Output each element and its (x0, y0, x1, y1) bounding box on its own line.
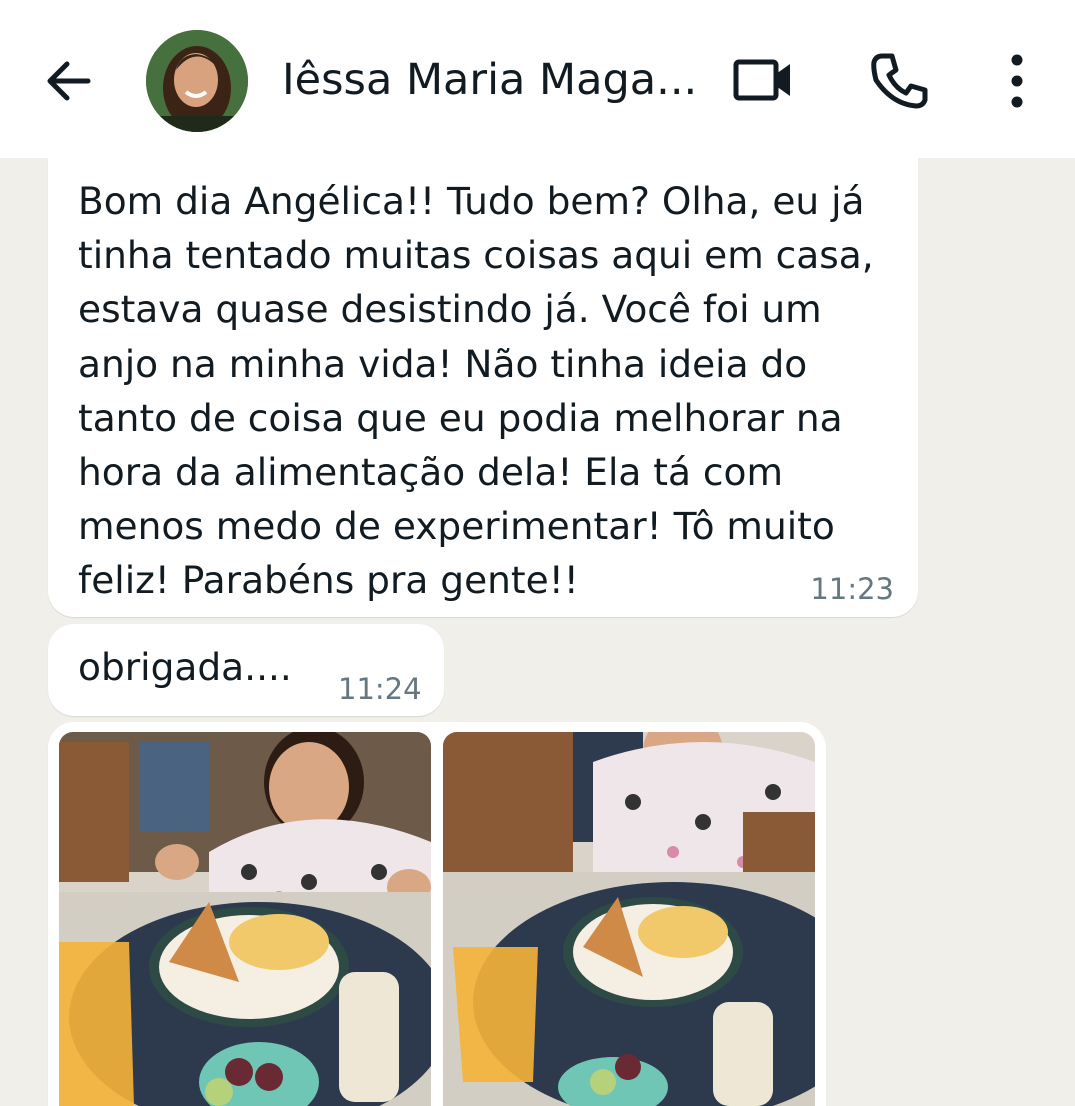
video-camera-icon (733, 59, 790, 101)
more-vertical-icon (1011, 54, 1023, 108)
message-timestamp: 11:24 (338, 672, 422, 706)
voice-call-button[interactable] (868, 50, 930, 112)
contact-name[interactable]: Iêssa Maria Maga... (282, 50, 702, 110)
incoming-message[interactable]: obrigada.... 11:24 (48, 624, 444, 716)
contact-avatar[interactable] (146, 30, 248, 132)
child-breakfast-photo[interactable] (59, 732, 431, 1106)
video-call-button[interactable] (730, 52, 796, 110)
message-timestamp: 11:23 (810, 572, 894, 606)
message-text: Bom dia Angélica!! Tudo bem? Olha, eu já… (78, 179, 874, 603)
chat-area[interactable]: Bom dia Angélica!! Tudo bem? Olha, eu já… (0, 158, 1075, 1106)
child-breakfast-photo[interactable] (443, 732, 815, 1106)
back-button[interactable] (40, 52, 98, 110)
image-message[interactable] (48, 722, 826, 1106)
message-text: obrigada.... (78, 645, 292, 689)
arrow-left-icon (47, 61, 91, 101)
incoming-message[interactable]: Bom dia Angélica!! Tudo bem? Olha, eu já… (48, 158, 918, 617)
more-options-button[interactable] (994, 50, 1040, 112)
phone-icon (871, 53, 928, 109)
chat-header: Iêssa Maria Maga... (0, 0, 1075, 158)
